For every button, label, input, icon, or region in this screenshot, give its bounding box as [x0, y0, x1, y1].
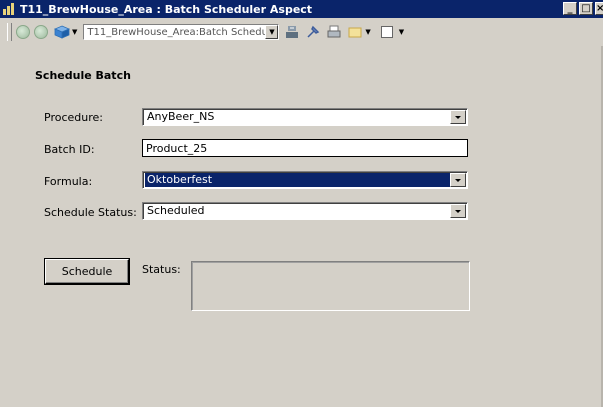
batch-id-input[interactable] [143, 140, 467, 156]
close-button[interactable]: × [595, 2, 603, 15]
window-controls: _ □ × [561, 2, 603, 15]
overlay-icon[interactable] [347, 24, 363, 40]
batch-id-label: Batch ID: [44, 143, 95, 156]
batch-id-field[interactable] [142, 139, 468, 157]
back-icon[interactable] [16, 25, 30, 39]
section-title: Schedule Batch [35, 69, 131, 82]
path-dropdown-arrow[interactable]: ▼ [265, 25, 279, 39]
formula-label: Formula: [44, 175, 93, 188]
window-icon[interactable] [380, 26, 393, 38]
schedule-status-label: Schedule Status: [44, 206, 137, 219]
forward-icon[interactable] [34, 25, 48, 39]
maximize-button[interactable]: □ [579, 2, 593, 15]
batch-scheduler-window: T11_BrewHouse_Area : Batch Scheduler Asp… [0, 0, 603, 407]
title-bar[interactable]: T11_BrewHouse_Area : Batch Scheduler Asp… [0, 0, 603, 18]
status-label: Status: [142, 263, 181, 276]
window-title: T11_BrewHouse_Area : Batch Scheduler Asp… [20, 2, 313, 16]
formula-value: Oktoberfest [145, 173, 450, 187]
schedule-button[interactable]: Schedule [45, 259, 129, 284]
procedure-dropdown-arrow[interactable] [450, 110, 466, 124]
app-factory-icon [3, 3, 17, 15]
scale-icon[interactable] [284, 24, 300, 40]
object-cube-icon[interactable] [54, 25, 70, 39]
procedure-value: AnyBeer_NS [147, 110, 215, 123]
schedule-status-select[interactable]: Scheduled [142, 202, 468, 220]
procedure-label: Procedure: [44, 111, 103, 124]
chevron-down-icon[interactable]: ▼ [72, 28, 77, 36]
path-value: T11_BrewHouse_Area:Batch Schedu [87, 26, 266, 38]
overlay-dropdown-icon[interactable]: ▼ [365, 28, 370, 36]
procedure-select[interactable]: AnyBeer_NS [142, 108, 468, 126]
toolbar: ▼ T11_BrewHouse_Area:Batch Schedu ▼ ▼ ▼ [0, 18, 603, 46]
formula-select[interactable]: Oktoberfest [142, 171, 468, 189]
printer-icon[interactable] [326, 24, 342, 40]
toolbar-grip[interactable] [7, 23, 12, 41]
formula-dropdown-arrow[interactable] [450, 173, 466, 187]
path-combo[interactable]: T11_BrewHouse_Area:Batch Schedu ▼ [83, 24, 280, 40]
minimize-button[interactable]: _ [563, 2, 577, 15]
status-box [191, 261, 470, 311]
schedule-status-value: Scheduled [147, 204, 205, 217]
pin-icon[interactable] [305, 24, 321, 40]
schedule-status-dropdown-arrow[interactable] [450, 204, 466, 218]
window-dropdown-icon[interactable]: ▼ [399, 28, 404, 36]
